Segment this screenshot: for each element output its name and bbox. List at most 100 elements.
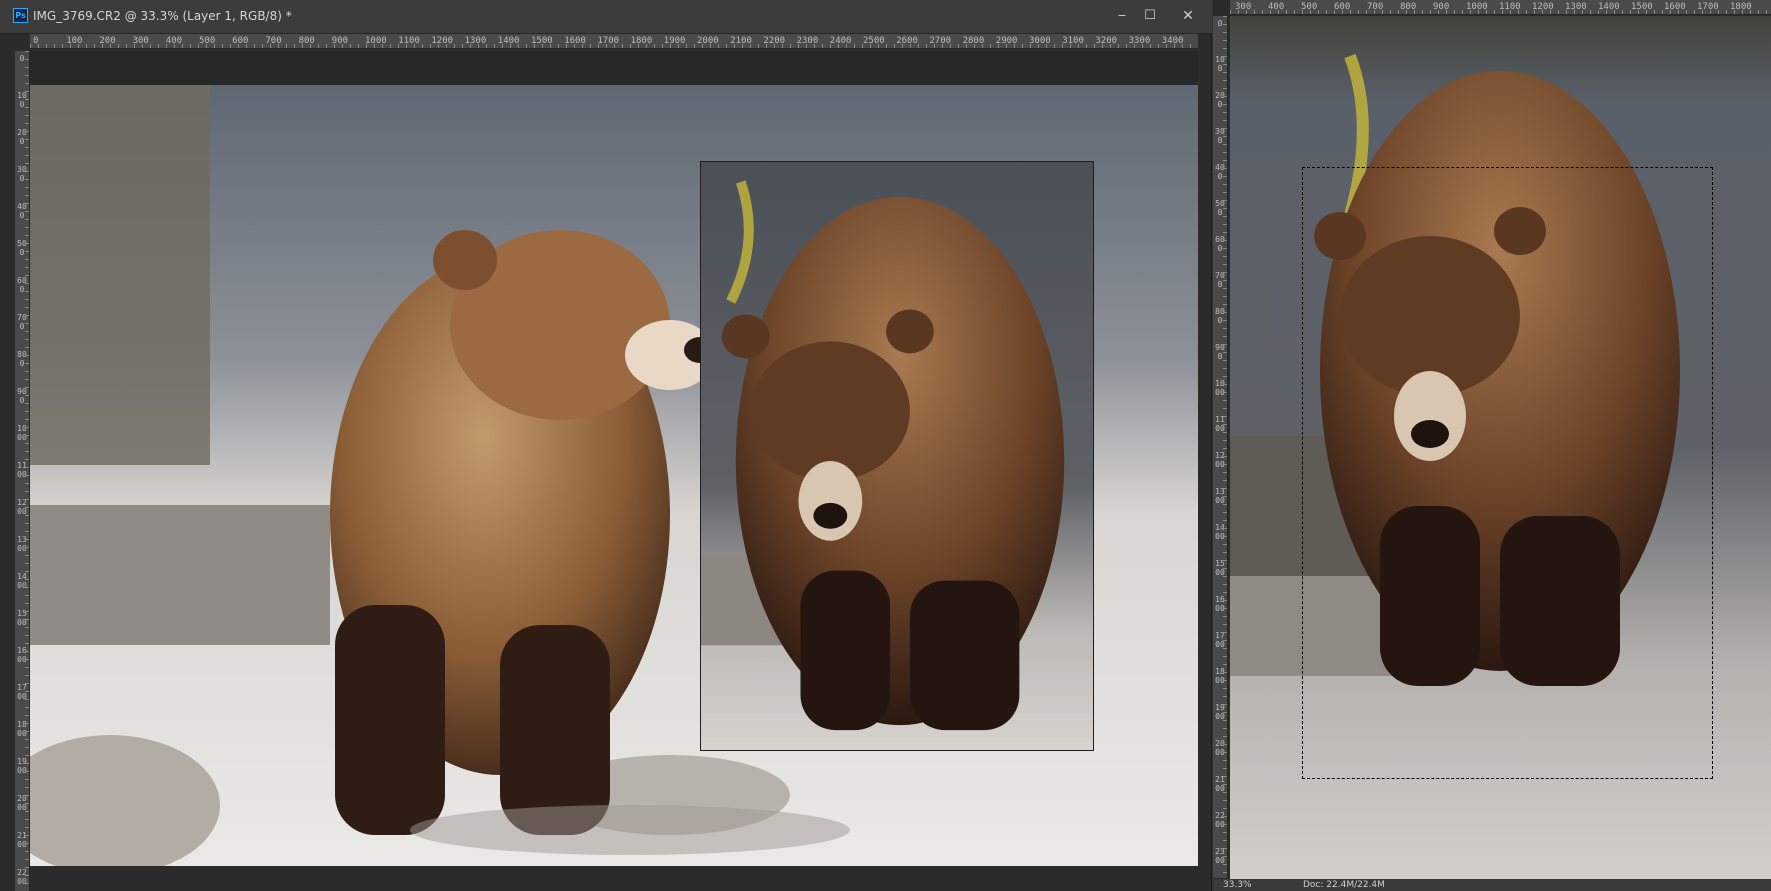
minimize-button[interactable]: ‒ (1110, 5, 1134, 27)
ruler-tick-label: 1700 (17, 683, 27, 701)
ruler-tick-label: 1500 (1215, 559, 1225, 577)
ruler-tick-label: 2200 (17, 868, 27, 886)
ruler-tick-label: 500 (1215, 199, 1225, 217)
ruler-tick-label: 1800 (1215, 667, 1225, 685)
ruler-tick-label: 1400 (1215, 523, 1225, 541)
ruler-tick-label: 1300 (1565, 2, 1587, 12)
zoom-level[interactable]: 33.3% (1223, 879, 1252, 891)
ruler-tick-label: 1200 (1215, 451, 1225, 469)
ruler-tick-label: 2900 (995, 36, 1018, 46)
ruler-tick-label: 1500 (17, 609, 27, 627)
document-canvas[interactable] (30, 51, 1198, 866)
ruler-tick-label: 1000 (1466, 2, 1488, 12)
ruler-tick-label: 200 (99, 36, 116, 46)
ruler-tick-label: 1900 (17, 757, 27, 775)
ruler-tick-label: 1300 (1215, 487, 1225, 505)
maximize-button[interactable]: ☐ (1138, 5, 1162, 27)
ruler-tick-label: 2000 (697, 36, 719, 46)
ruler-tick-label: 1000 (17, 424, 27, 442)
front-bear-image (701, 162, 1093, 750)
ruler-tick-label: 1200 (17, 498, 27, 516)
ruler-tick-label: 2200 (763, 36, 786, 46)
ruler-tick-label: 1000 (1215, 379, 1225, 397)
ruler-tick-label: 2000 (1215, 739, 1225, 757)
ruler-tick-label: 1100 (1499, 2, 1521, 12)
ruler-tick-label: 800 (17, 350, 27, 368)
ruler-tick-label: 300 (132, 36, 149, 46)
ruler-tick-label: 900 (17, 387, 27, 405)
right-document-window: 300 400 500 600 700 800 900 1000 1100 1200 1300 140… (1213, 0, 1771, 891)
ruler-tick-label: 700 (1367, 2, 1384, 12)
ruler-tick-label: 900 (331, 36, 349, 46)
ruler-tick-label: 800 (1400, 2, 1417, 12)
document-size: Doc: 22.4M/22.4M (1303, 880, 1385, 890)
ruler-tick-label: 1200 (1532, 2, 1554, 12)
ruler-tick-label: 700 (265, 36, 282, 46)
ruler-tick-label: 100 (66, 36, 83, 46)
ruler-tick-label: 900 (1215, 343, 1225, 361)
ruler-tick-label: 2700 (929, 36, 952, 46)
ruler-tick-label: 0 (33, 36, 39, 46)
ruler-tick-label: 1700 (1697, 2, 1719, 12)
ruler-tick-label: 200 (17, 128, 27, 146)
vertical-ruler-right[interactable]: 0 100 200 300 400 500 600 700 800 900 1000 1100 1200… (1213, 16, 1228, 878)
ruler-tick-label: 1000 (365, 36, 387, 46)
ruler-tick-label: 1700 (597, 36, 620, 46)
ruler-tick-label: 1700 (1215, 631, 1225, 649)
ruler-tick-label: 1900 (1215, 703, 1225, 721)
ruler-tick-label: 1100 (398, 36, 420, 46)
ruler-tick-label: 400 (1215, 163, 1225, 181)
ruler-tick-label: 2800 (962, 36, 985, 46)
ruler-tick-label: 100 (17, 91, 27, 109)
ruler-tick-label: 1800 (1730, 2, 1752, 12)
ruler-tick-label: 3100 (1062, 36, 1084, 46)
source-bear-photo[interactable] (1230, 16, 1771, 879)
ruler-tick-label: 400 (1268, 2, 1285, 12)
ruler-tick-label: 2100 (1215, 775, 1225, 793)
document-title-bar[interactable]: Ps IMG_3769.CR2 @ 33.3% (Layer 1, RGB/8)… (0, 0, 1212, 34)
left-document-window: Ps IMG_3769.CR2 @ 33.3% (Layer 1, RGB/8)… (0, 0, 1212, 891)
ruler-tick-label: 2500 (863, 36, 885, 46)
ruler-tick-label: 0 (1217, 19, 1223, 28)
ruler-tick-label: 3400 (1161, 36, 1184, 46)
ruler-tick-label: 3300 (1128, 36, 1151, 46)
ruler-tick-label: 1600 (17, 646, 27, 664)
ruler-tick-label: 500 (1301, 2, 1318, 12)
ruler-tick-label: 1400 (1598, 2, 1620, 12)
ruler-tick-label: 1800 (630, 36, 653, 46)
ruler-tick-label: 600 (1215, 235, 1225, 253)
marquee-selection[interactable] (1302, 167, 1713, 779)
ruler-tick-label: 1900 (663, 36, 686, 46)
ruler-tick-label: 1200 (431, 36, 454, 46)
ruler-tick-label: 700 (1215, 271, 1225, 289)
ruler-tick-label: 1600 (564, 36, 586, 46)
ruler-tick-label: 700 (17, 313, 27, 331)
ruler-tick-label: 1100 (1215, 415, 1225, 433)
ruler-tick-label: 200 (1215, 91, 1225, 109)
ruler-tick-label: 600 (232, 36, 249, 46)
ruler-tick-label: 0 (19, 54, 25, 63)
ruler-tick-label: 1600 (1664, 2, 1686, 12)
horizontal-ruler[interactable]: 0 100 200 300 400 500 600 700 800 900 1000 1100 1200… (30, 34, 1198, 49)
ruler-tick-label: 2300 (796, 36, 819, 46)
horizontal-ruler-right[interactable]: 300 400 500 600 700 800 900 1000 1100 1200 1300 140… (1230, 0, 1771, 15)
ruler-tick-label: 2300 (1215, 847, 1225, 865)
ruler-tick-label: 600 (1334, 2, 1351, 12)
pasted-bear-layer[interactable] (700, 161, 1094, 751)
ruler-tick-label: 400 (165, 36, 183, 46)
close-button[interactable]: ✕ (1176, 5, 1200, 27)
ruler-tick-label: 1400 (497, 36, 520, 46)
ruler-tick-label: 600 (17, 276, 27, 294)
ruler-tick-label: 800 (1215, 307, 1225, 325)
ruler-tick-label: 300 (1235, 2, 1252, 12)
ruler-tick-label: 1600 (1215, 595, 1225, 613)
ruler-tick-label: 800 (298, 36, 315, 46)
vertical-ruler[interactable]: 0 100 200 300 400 500 600 700 800 900 1000 1100 1200… (15, 51, 30, 891)
ruler-tick-label: 500 (17, 239, 27, 257)
ruler-tick-label: 400 (17, 202, 27, 220)
ruler-tick-label: 1800 (17, 720, 27, 738)
ruler-tick-label: 1400 (17, 572, 27, 590)
ruler-tick-label: 1500 (1631, 2, 1653, 12)
ruler-tick-label: 300 (1215, 127, 1225, 145)
ruler-tick-label: 1300 (464, 36, 487, 46)
